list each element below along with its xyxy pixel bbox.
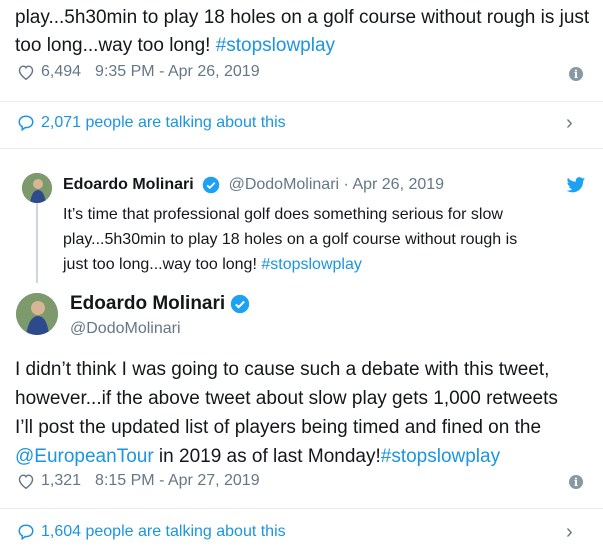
quoted-author-name[interactable]: Edoardo Molinari [63,176,194,193]
tweet2-talking-link[interactable]: 1,604 people are talking about this [17,523,286,541]
tweet1-text: play...5h30min to play 18 holes on a gol… [15,4,590,60]
tweet2-text: I didn’t think I was going to cause such… [15,355,600,471]
quoted-hashtag[interactable]: #stopslowplay [261,256,362,273]
quoted-line: just too long...way too long! #stopslowp… [63,256,362,273]
heart-icon[interactable] [17,64,35,80]
tweet1-like-count: 6,494 [41,63,82,80]
chevron-right-icon[interactable]: › [566,112,573,135]
avatar[interactable] [22,173,52,203]
separator-dot: · [343,176,349,194]
verified-icon [202,176,220,194]
tweet2-like-count: 1,321 [41,472,82,489]
tweet1-talking-link[interactable]: 2,071 people are talking about this [17,114,286,132]
verified-icon [231,294,250,314]
info-icon[interactable]: i [569,67,583,81]
avatar[interactable] [16,293,58,335]
tweet2-timestamp[interactable]: 8:15 PM - Apr 27, 2019 [95,472,260,490]
divider [0,508,603,509]
quoted-text: It’s time that professional golf does so… [63,202,588,277]
tweet1-hashtag[interactable]: #stopslowplay [216,35,335,56]
tweet2-line: I didn’t think I was going to cause such… [15,359,550,380]
heart-icon[interactable] [17,473,35,489]
tweet2-author-name[interactable]: Edoardo Molinari [70,293,225,315]
tweet1-talking-text: 2,071 people are talking about this [41,114,286,131]
tweet2-line: I’ll post the updated list of players be… [15,417,542,438]
comment-icon [18,524,34,541]
tweet2-talking-text: 1,604 people are talking about this [41,523,286,540]
comment-icon [18,115,34,132]
quoted-line: It’s time that professional golf does so… [63,206,503,223]
tweet2-mention[interactable]: @EuropeanTour [15,446,154,467]
tweet2-hashtag[interactable]: #stopslowplay [381,446,500,467]
chevron-right-icon[interactable]: › [566,521,573,544]
quoted-date[interactable]: Apr 26, 2019 [352,176,444,193]
tweet2-line: however...if the above tweet about slow … [15,388,558,409]
tweet2-header: Edoardo Molinari @DodoMolinari [70,293,250,338]
tweet1-meta: 6,494 9:35 PM - Apr 26, 2019 [17,63,260,81]
tweet1-timestamp[interactable]: 9:35 PM - Apr 26, 2019 [95,63,260,81]
tweet2-meta: 1,321 8:15 PM - Apr 27, 2019 [17,472,260,490]
tweet2-line: @EuropeanTour in 2019 as of last Monday!… [15,446,501,467]
quoted-header: Edoardo Molinari @DodoMolinari · Apr 26,… [63,176,444,194]
twitter-bird-icon[interactable] [566,177,586,194]
info-icon[interactable]: i [569,475,583,489]
divider [0,101,603,102]
quoted-author-handle[interactable]: @DodoMolinari [229,176,340,193]
tweet2-author-handle[interactable]: @DodoMolinari [70,320,250,338]
quoted-line: play...5h30min to play 18 holes on a gol… [63,231,518,248]
divider [0,148,603,149]
thread-line [36,203,38,283]
